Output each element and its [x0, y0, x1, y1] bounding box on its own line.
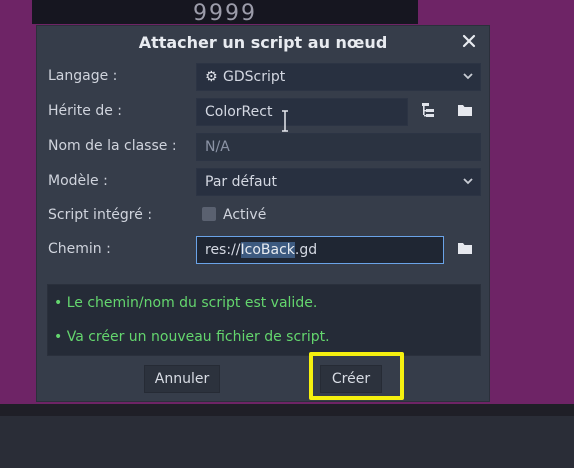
highlight-box — [309, 352, 404, 400]
attach-script-dialog: Attacher un script au nœud Langage : ⚙ GD… — [36, 25, 490, 402]
info-line-create: • Va créer un nouveau fichier de script. — [54, 329, 330, 345]
inherits-value: ColorRect — [205, 104, 273, 120]
dialog-title: Attacher un script au nœud — [138, 33, 388, 52]
class-name-value: N/A — [205, 139, 230, 155]
template-label: Modèle : — [48, 173, 108, 189]
builtin-label: Script intégré : — [48, 207, 153, 223]
chevron-down-icon — [463, 73, 473, 80]
language-select[interactable]: ⚙ GDScript — [196, 63, 481, 91]
template-select[interactable]: Par défaut — [196, 168, 481, 196]
builtin-checkbox[interactable] — [202, 207, 216, 221]
path-prefix: res:// — [205, 242, 241, 258]
builtin-checkbox-label[interactable]: Activé — [223, 205, 266, 225]
text-cursor-icon — [282, 110, 288, 132]
gear-icon: ⚙ — [205, 69, 218, 85]
inherits-input[interactable]: ColorRect — [196, 98, 408, 126]
class-tree-icon[interactable] — [418, 99, 440, 121]
template-value: Par défaut — [205, 174, 277, 190]
path-suffix: .gd — [294, 242, 318, 258]
path-label: Chemin : — [48, 241, 111, 257]
background-bottom-panel — [0, 416, 574, 468]
inherits-label: Hérite de : — [48, 103, 123, 119]
background-digits: 9999 — [193, 1, 257, 26]
path-input[interactable]: res://IcoBack.gd — [196, 236, 444, 264]
close-icon[interactable] — [457, 29, 481, 53]
folder-icon[interactable] — [454, 237, 476, 259]
language-label: Langage : — [48, 68, 118, 84]
path-selected-text: IcoBack — [240, 242, 295, 258]
class-name-label: Nom de la classe : — [48, 138, 177, 154]
chevron-down-icon — [463, 178, 473, 185]
info-line-valid: • Le chemin/nom du script est valide. — [54, 295, 318, 311]
class-name-input[interactable]: N/A — [196, 133, 481, 161]
background-bottom-bar — [0, 404, 574, 416]
cancel-button[interactable]: Annuler — [144, 365, 220, 393]
language-value: GDScript — [223, 69, 286, 85]
validation-info-panel: • Le chemin/nom du script est valide. • … — [47, 284, 481, 356]
folder-icon[interactable] — [454, 99, 476, 121]
